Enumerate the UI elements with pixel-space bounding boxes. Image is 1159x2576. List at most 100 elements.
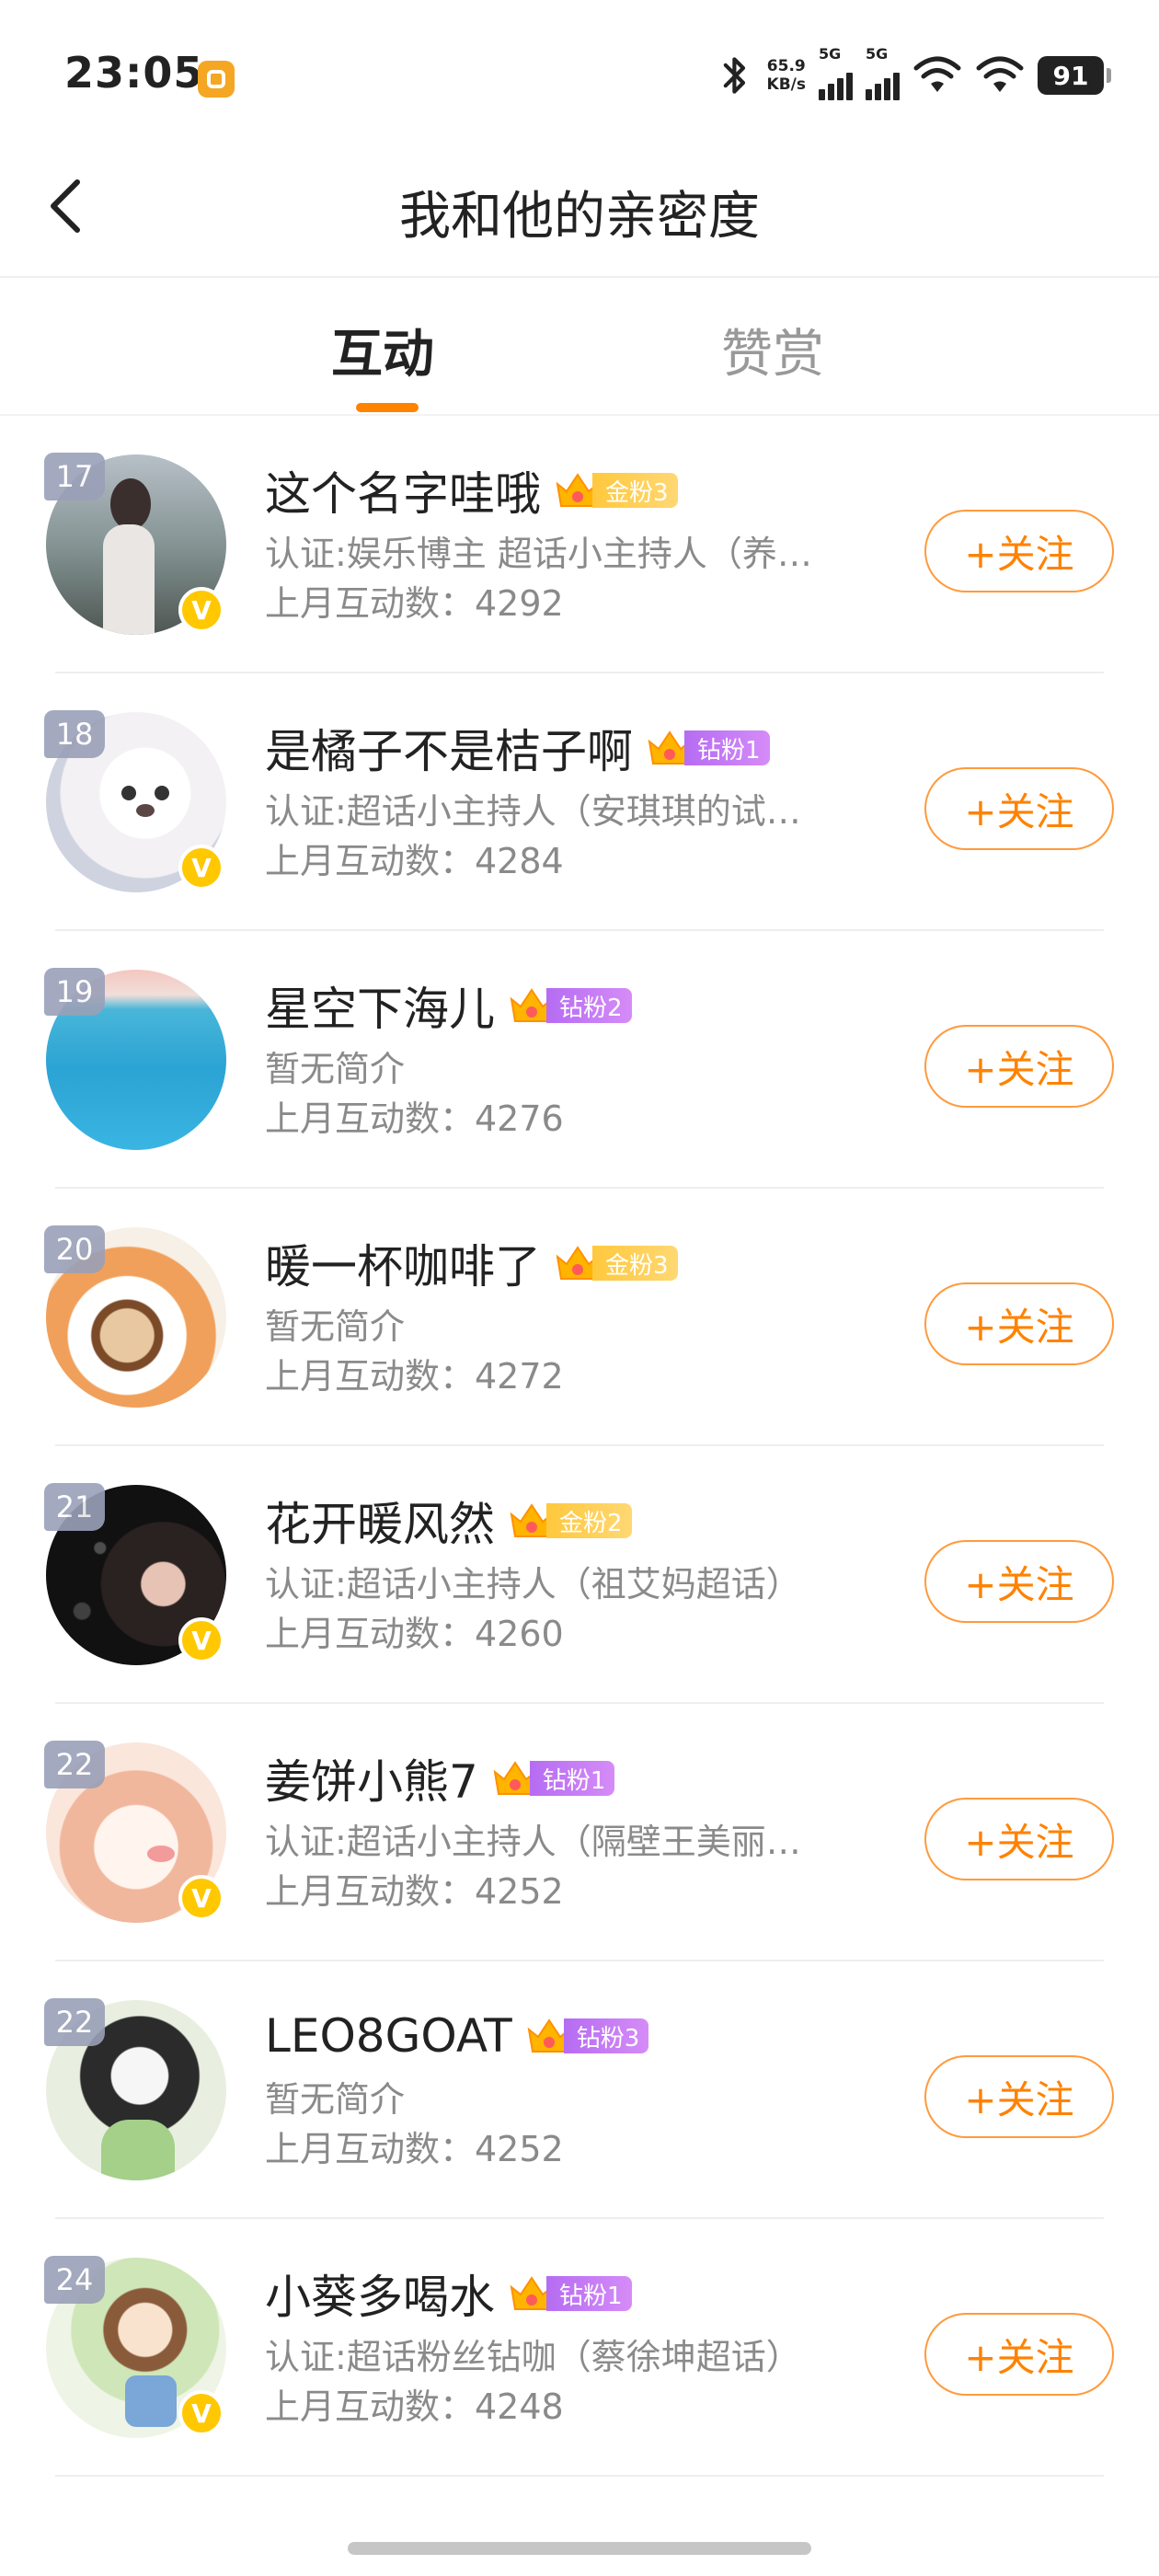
interaction-count: 上月互动数：4260 <box>265 1614 564 1654</box>
follow-button[interactable]: +关注 <box>924 2313 1114 2396</box>
user-info: LEO8GOAT 钻粉3 暂无简介 上月互动数：4252 <box>265 2004 927 2175</box>
interaction-count: 上月互动数：4276 <box>265 1098 564 1139</box>
verified-icon: V <box>178 2390 224 2436</box>
user-name[interactable]: 是橘子不是桔子啊 <box>265 715 633 781</box>
user-name[interactable]: 小葵多喝水 <box>265 2260 495 2327</box>
list-item[interactable]: 19 星空下海儿 钻粉2 暂无简介 上月互动数：4276 +关注 <box>44 931 1114 1189</box>
follow-button[interactable]: +关注 <box>924 510 1114 592</box>
fan-level-badge: 钻粉1 <box>508 2272 632 2315</box>
user-info: 姜饼小熊7 钻粉1 认证:超话小主持人（隔壁王美丽… 上月互动数：4252 <box>265 1746 927 1917</box>
interaction-count: 上月互动数：4252 <box>265 1871 564 1912</box>
network-speed-unit: KB/s <box>766 75 806 94</box>
follow-button[interactable]: +关注 <box>924 767 1114 850</box>
rank-badge: 24 <box>44 2256 105 2304</box>
list-item[interactable]: 17 V 这个名字哇哦 金粉3 认证:娱乐博主 超话小主持人（养… 上月互动数：… <box>44 416 1114 673</box>
avatar-container[interactable]: 22 V <box>44 1741 226 1923</box>
user-description: 暂无简介 <box>265 1049 406 1089</box>
user-name[interactable]: 姜饼小熊7 <box>265 1745 478 1811</box>
avatar-container[interactable]: 17 V <box>44 453 226 635</box>
fan-level-label: 钻粉1 <box>546 2276 632 2311</box>
user-description: 认证:超话粉丝钻咖（蔡徐坤超话） <box>265 2337 801 2377</box>
fan-level-badge: 金粉3 <box>554 1242 678 1284</box>
user-name[interactable]: 暖一杯咖啡了 <box>265 1230 541 1296</box>
follow-button[interactable]: +关注 <box>924 1798 1114 1880</box>
verified-icon: V <box>178 1617 224 1663</box>
interaction-count: 上月互动数：4248 <box>265 2386 564 2427</box>
rank-badge: 19 <box>44 968 105 1016</box>
avatar-container[interactable]: 21 V <box>44 1483 226 1665</box>
user-description: 暂无简介 <box>265 2079 406 2120</box>
battery-icon: 91 <box>1038 56 1111 95</box>
fan-level-label: 钻粉2 <box>546 988 632 1023</box>
follow-button[interactable]: +关注 <box>924 1540 1114 1623</box>
interaction-count: 上月互动数：4284 <box>265 841 564 881</box>
list-item[interactable]: 21 V 花开暖风然 金粉2 认证:超话小主持人（祖艾妈超话） 上月互动数：42… <box>44 1446 1114 1704</box>
follow-button[interactable]: +关注 <box>924 1025 1114 1108</box>
avatar-container[interactable]: 20 <box>44 1225 226 1408</box>
wifi-icon-2 <box>976 56 1024 92</box>
fan-level-badge: 钻粉1 <box>491 1757 615 1800</box>
verified-icon: V <box>178 587 224 633</box>
list-item[interactable]: 18 V 是橘子不是桔子啊 钻粉1 认证:超话小主持人（安琪琪的试… 上月互动数… <box>44 673 1114 931</box>
user-info: 是橘子不是桔子啊 钻粉1 认证:超话小主持人（安琪琪的试… 上月互动数：4284 <box>265 716 927 887</box>
fan-level-label: 金粉3 <box>592 1246 678 1281</box>
avatar-container[interactable]: 19 <box>44 968 226 1150</box>
app-notification-icon <box>198 61 235 98</box>
intimacy-list: 17 V 这个名字哇哦 金粉3 认证:娱乐博主 超话小主持人（养… 上月互动数：… <box>0 416 1159 2477</box>
user-info: 星空下海儿 钻粉2 暂无简介 上月互动数：4276 <box>265 973 927 1144</box>
fan-level-badge: 钻粉1 <box>646 727 770 769</box>
tab-reward[interactable]: 赞赏 <box>721 313 824 387</box>
network-speed-value: 65.9 <box>766 57 806 75</box>
battery-level: 91 <box>1052 60 1089 91</box>
nav-bar: 我和他的亲密度 <box>0 147 1159 278</box>
fan-level-badge: 钻粉2 <box>508 984 632 1027</box>
user-description: 认证:超话小主持人（祖艾妈超话） <box>265 1564 801 1604</box>
tab-active-indicator <box>356 403 419 412</box>
user-description: 暂无简介 <box>265 1306 406 1347</box>
status-bar: 23:05 65.9 KB/s 5G 5G 91 <box>0 0 1159 147</box>
list-item[interactable]: 20 暖一杯咖啡了 金粉3 暂无简介 上月互动数：4272 +关注 <box>44 1189 1114 1446</box>
interaction-count: 上月互动数：4252 <box>265 2129 564 2169</box>
user-name[interactable]: 花开暖风然 <box>265 1488 495 1554</box>
status-time: 23:05 <box>64 48 204 98</box>
page-title: 我和他的亲密度 <box>399 187 760 247</box>
avatar-container[interactable]: 22 <box>44 1998 226 2180</box>
fan-level-label: 金粉2 <box>546 1503 632 1538</box>
list-item[interactable]: 22 LEO8GOAT 钻粉3 暂无简介 上月互动数：4252 +关注 <box>44 1961 1114 2219</box>
rank-badge: 18 <box>44 710 105 758</box>
cell-signal-1-label: 5G <box>819 45 842 63</box>
rank-badge: 22 <box>44 1998 105 2046</box>
user-info: 暖一杯咖啡了 金粉3 暂无简介 上月互动数：4272 <box>265 1231 927 1402</box>
user-name[interactable]: LEO8GOAT <box>265 2009 512 2063</box>
user-name[interactable]: 星空下海儿 <box>265 972 495 1039</box>
verified-icon: V <box>178 845 224 891</box>
user-description: 认证:超话小主持人（安琪琪的试… <box>265 791 801 832</box>
home-indicator[interactable] <box>348 2542 811 2555</box>
interaction-count: 上月互动数：4292 <box>265 583 564 624</box>
fan-level-label: 钻粉1 <box>684 730 770 765</box>
fan-level-badge: 钻粉3 <box>525 2015 649 2057</box>
wifi-icon <box>913 56 961 92</box>
fan-level-badge: 金粉2 <box>508 1500 632 1542</box>
follow-button[interactable]: +关注 <box>924 1282 1114 1365</box>
rank-badge: 20 <box>44 1225 105 1273</box>
user-info: 这个名字哇哦 金粉3 认证:娱乐博主 超话小主持人（养… 上月互动数：4292 <box>265 458 927 629</box>
fan-level-label: 钻粉3 <box>563 2018 649 2053</box>
bluetooth-icon <box>723 57 745 94</box>
tab-interaction[interactable]: 互动 <box>331 313 434 387</box>
network-speed: 65.9 KB/s <box>767 57 806 94</box>
user-name[interactable]: 这个名字哇哦 <box>265 457 541 523</box>
avatar-container[interactable]: 24 V <box>44 2256 226 2438</box>
tab-bar: 互动 赞赏 <box>0 276 1159 416</box>
follow-button[interactable]: +关注 <box>924 2055 1114 2138</box>
list-item[interactable]: 24 V 小葵多喝水 钻粉1 认证:超话粉丝钻咖（蔡徐坤超话） 上月互动数：42… <box>44 2219 1114 2477</box>
user-info: 小葵多喝水 钻粉1 认证:超话粉丝钻咖（蔡徐坤超话） 上月互动数：4248 <box>265 2261 927 2432</box>
avatar-container[interactable]: 18 V <box>44 710 226 892</box>
list-item[interactable]: 22 V 姜饼小熊7 钻粉1 认证:超话小主持人（隔壁王美丽… 上月互动数：42… <box>44 1704 1114 1961</box>
rank-badge: 21 <box>44 1483 105 1531</box>
fan-level-label: 金粉3 <box>592 473 678 508</box>
cell-signal-2-label: 5G <box>866 45 889 63</box>
fan-level-badge: 金粉3 <box>554 469 678 512</box>
rank-badge: 17 <box>44 453 105 500</box>
rank-badge: 22 <box>44 1741 105 1788</box>
